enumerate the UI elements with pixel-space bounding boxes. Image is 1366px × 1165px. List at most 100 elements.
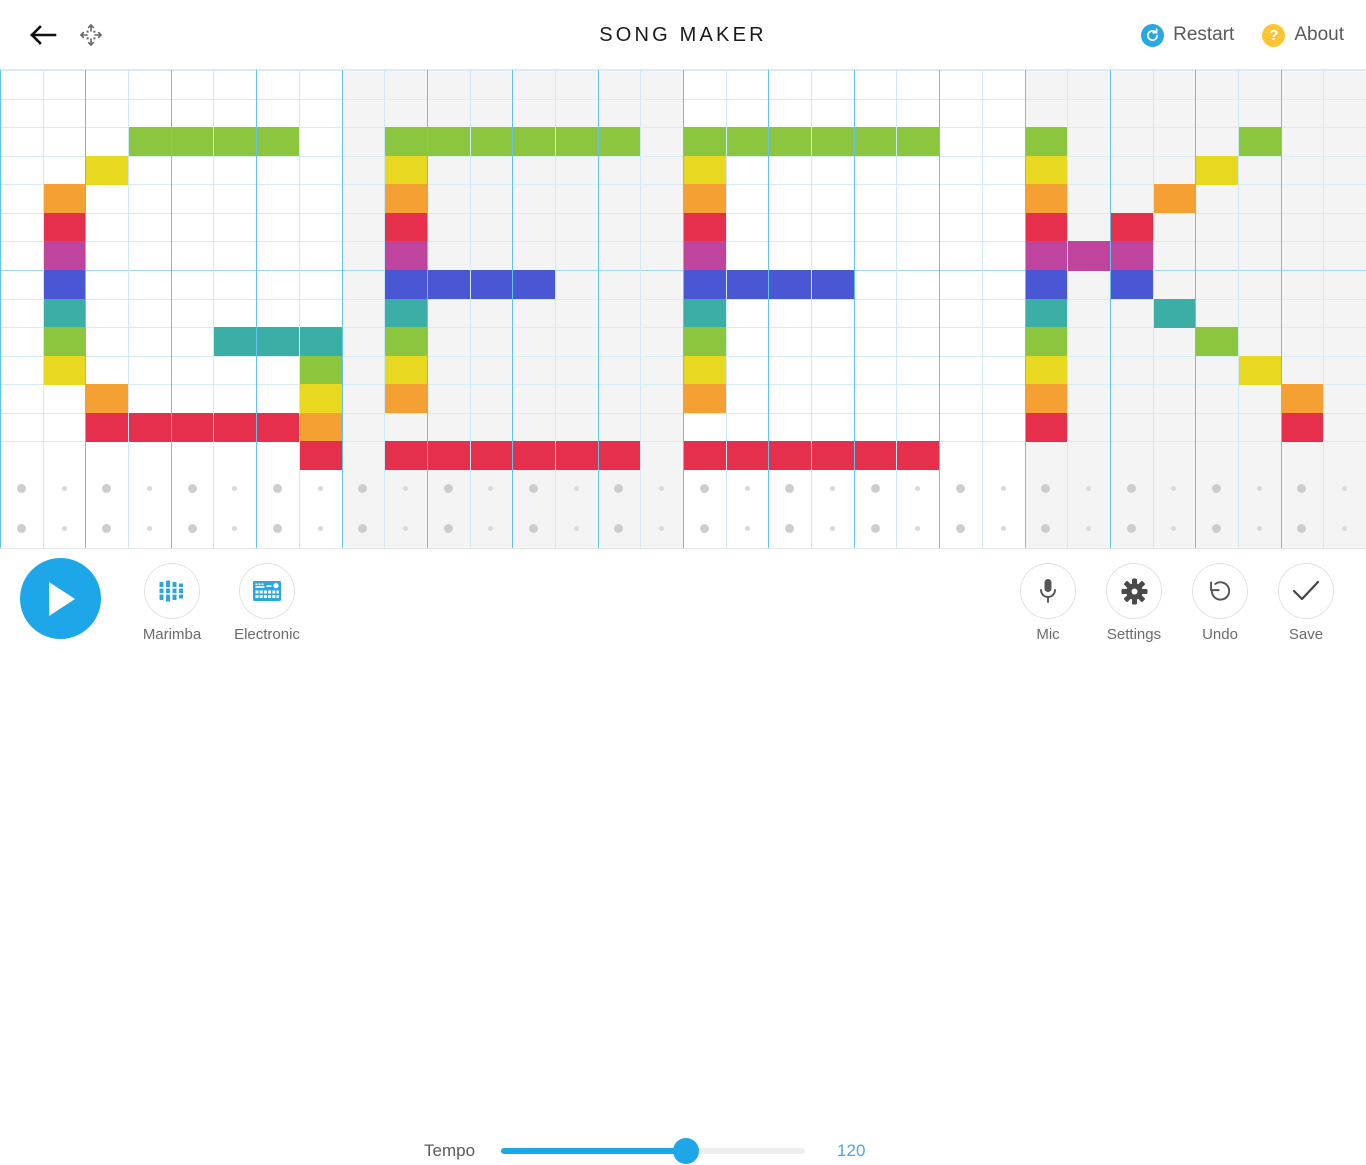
note-cell[interactable]: [1025, 327, 1068, 356]
percussion-cell[interactable]: [232, 486, 237, 491]
percussion-cell[interactable]: [318, 526, 323, 531]
note-cell[interactable]: [299, 413, 342, 442]
percussion-cell[interactable]: [1342, 486, 1347, 491]
note-cell[interactable]: [1110, 270, 1153, 299]
note-cell[interactable]: [1025, 241, 1068, 270]
note-cell[interactable]: [43, 356, 86, 385]
percussion-cell[interactable]: [1297, 484, 1306, 493]
percussion-cell[interactable]: [1001, 486, 1006, 491]
percussion-cell[interactable]: [1127, 524, 1136, 533]
tempo-slider-track[interactable]: [501, 1148, 805, 1154]
percussion-cell[interactable]: [785, 524, 794, 533]
note-cell[interactable]: [299, 356, 342, 385]
percussion-cell[interactable]: [700, 524, 709, 533]
percussion-cell[interactable]: [232, 526, 237, 531]
percussion-cell[interactable]: [403, 486, 408, 491]
note-cell[interactable]: [1025, 270, 1068, 299]
note-cell[interactable]: [1025, 384, 1068, 413]
percussion-cell[interactable]: [318, 486, 323, 491]
percussion-cell[interactable]: [147, 526, 152, 531]
percussion-cell[interactable]: [830, 526, 835, 531]
note-cell[interactable]: [1195, 327, 1238, 356]
percussion-cell[interactable]: [745, 486, 750, 491]
percussion-cell[interactable]: [745, 526, 750, 531]
note-cell[interactable]: [470, 441, 513, 470]
note-cell[interactable]: [384, 384, 427, 413]
note-cell[interactable]: [427, 270, 470, 299]
melody-grid[interactable]: [0, 70, 1366, 470]
note-cell[interactable]: [427, 127, 470, 156]
percussion-cell[interactable]: [956, 484, 965, 493]
percussion-cell[interactable]: [1212, 484, 1221, 493]
note-cell[interactable]: [1195, 156, 1238, 185]
percussion-cell[interactable]: [915, 526, 920, 531]
note-cell[interactable]: [768, 441, 811, 470]
note-cell[interactable]: [128, 413, 171, 442]
note-cell[interactable]: [854, 127, 897, 156]
percussion-cell[interactable]: [273, 484, 282, 493]
note-cell[interactable]: [384, 213, 427, 242]
percussion-cell[interactable]: [1297, 524, 1306, 533]
percussion-cell[interactable]: [17, 524, 26, 533]
note-cell[interactable]: [1025, 213, 1068, 242]
note-cell[interactable]: [1110, 241, 1153, 270]
note-cell[interactable]: [43, 241, 86, 270]
percussion-cell[interactable]: [529, 484, 538, 493]
percussion-cell[interactable]: [1127, 484, 1136, 493]
note-cell[interactable]: [427, 441, 470, 470]
restart-button[interactable]: Restart: [1141, 24, 1234, 47]
percussion-cell[interactable]: [1086, 486, 1091, 491]
percussion-cell[interactable]: [614, 524, 623, 533]
instrument-electronic-button[interactable]: Electronic: [219, 563, 315, 643]
percussion-cell[interactable]: [403, 526, 408, 531]
note-cell[interactable]: [1238, 127, 1281, 156]
note-cell[interactable]: [683, 241, 726, 270]
note-cell[interactable]: [213, 127, 256, 156]
note-cell[interactable]: [43, 270, 86, 299]
percussion-cell[interactable]: [1257, 526, 1262, 531]
note-cell[interactable]: [470, 270, 513, 299]
note-cell[interactable]: [43, 184, 86, 213]
percussion-grid[interactable]: [0, 470, 1366, 549]
note-cell[interactable]: [299, 327, 342, 356]
note-cell[interactable]: [683, 156, 726, 185]
settings-button[interactable]: Settings: [1092, 563, 1176, 643]
percussion-cell[interactable]: [273, 524, 282, 533]
percussion-cell[interactable]: [871, 484, 880, 493]
note-cell[interactable]: [512, 441, 555, 470]
note-cell[interactable]: [43, 327, 86, 356]
play-button[interactable]: [20, 558, 101, 639]
percussion-cell[interactable]: [956, 524, 965, 533]
percussion-cell[interactable]: [529, 524, 538, 533]
save-button[interactable]: Save: [1264, 563, 1348, 643]
note-cell[interactable]: [726, 270, 769, 299]
note-cell[interactable]: [555, 127, 598, 156]
percussion-cell[interactable]: [1342, 526, 1347, 531]
note-cell[interactable]: [854, 441, 897, 470]
percussion-cell[interactable]: [488, 486, 493, 491]
note-cell[interactable]: [43, 299, 86, 328]
note-cell[interactable]: [1025, 299, 1068, 328]
percussion-cell[interactable]: [700, 484, 709, 493]
tempo-slider-thumb[interactable]: [673, 1138, 699, 1164]
note-cell[interactable]: [384, 156, 427, 185]
undo-button[interactable]: Undo: [1178, 563, 1262, 643]
note-cell[interactable]: [1067, 241, 1110, 270]
note-cell[interactable]: [726, 441, 769, 470]
note-cell[interactable]: [1025, 413, 1068, 442]
note-cell[interactable]: [683, 184, 726, 213]
percussion-cell[interactable]: [830, 486, 835, 491]
percussion-cell[interactable]: [1001, 526, 1006, 531]
note-cell[interactable]: [1025, 156, 1068, 185]
note-cell[interactable]: [470, 127, 513, 156]
percussion-cell[interactable]: [62, 486, 67, 491]
note-cell[interactable]: [1281, 413, 1324, 442]
percussion-cell[interactable]: [102, 524, 111, 533]
about-button[interactable]: ? About: [1262, 24, 1344, 47]
note-cell[interactable]: [1025, 127, 1068, 156]
percussion-cell[interactable]: [1171, 486, 1176, 491]
note-cell[interactable]: [299, 384, 342, 413]
note-cell[interactable]: [598, 441, 641, 470]
note-cell[interactable]: [171, 127, 214, 156]
note-cell[interactable]: [598, 127, 641, 156]
